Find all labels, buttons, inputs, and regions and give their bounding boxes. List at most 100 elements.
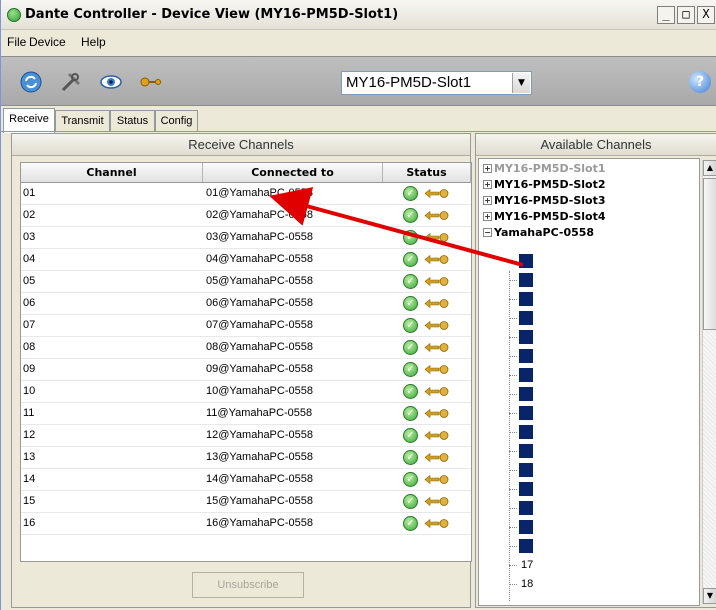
tree-channel-item[interactable]: 15 xyxy=(509,519,539,537)
subscription-link-icon xyxy=(424,408,449,419)
close-button[interactable]: X xyxy=(697,6,715,24)
tree-channel-item[interactable]: 08 xyxy=(509,386,539,404)
expand-icon[interactable]: + xyxy=(483,180,492,189)
column-header-connected-to[interactable]: Connected to xyxy=(203,163,383,183)
subscription-link-icon xyxy=(424,386,449,397)
table-row[interactable]: 07 07@YamahaPC-0558 ✓ xyxy=(21,315,471,337)
chevron-down-icon[interactable]: ▼ xyxy=(512,73,530,93)
scroll-thumb[interactable] xyxy=(703,178,716,330)
tree-device-node[interactable]: − YamahaPC-0558 xyxy=(483,226,594,242)
status-ok-icon: ✓ xyxy=(403,384,418,399)
tree-channel-item[interactable]: 10 xyxy=(509,424,539,442)
toolbar: MY16-PM5D-Slot1 ▼ ? xyxy=(1,56,716,106)
unsubscribe-button[interactable]: Unsubscribe xyxy=(192,572,304,598)
tools-icon[interactable] xyxy=(59,70,83,94)
table-row[interactable]: 12 12@YamahaPC-0558 ✓ xyxy=(21,425,471,447)
tree-channel-item[interactable]: 06 xyxy=(509,348,539,366)
column-header-status[interactable]: Status xyxy=(383,163,471,183)
tree-device-node[interactable]: + MY16-PM5D-Slot1 xyxy=(483,162,606,178)
collapse-icon[interactable]: − xyxy=(483,228,492,237)
connected-to-cell: 12@YamahaPC-0558 xyxy=(206,429,313,441)
expand-icon[interactable]: + xyxy=(483,212,492,221)
tree-channel-item[interactable]: 17 xyxy=(509,557,539,575)
expand-icon[interactable]: + xyxy=(483,164,492,173)
status-ok-icon: ✓ xyxy=(403,450,418,465)
tree-branch-line xyxy=(509,546,517,547)
table-row[interactable]: 05 05@YamahaPC-0558 ✓ xyxy=(21,271,471,293)
tree-channel-item[interactable]: 14 xyxy=(509,500,539,518)
table-row[interactable]: 08 08@YamahaPC-0558 ✓ xyxy=(21,337,471,359)
tree-device-node[interactable]: + MY16-PM5D-Slot2 xyxy=(483,178,606,194)
tab-divider xyxy=(1,131,716,132)
tree-channel-item[interactable]: 12 xyxy=(509,462,539,480)
tree-channel-item[interactable]: 07 xyxy=(509,367,539,385)
table-row[interactable]: 15 15@YamahaPC-0558 ✓ xyxy=(21,491,471,513)
status-ok-icon: ✓ xyxy=(403,230,418,245)
table-row[interactable]: 02 02@YamahaPC-0558 ✓ xyxy=(21,205,471,227)
table-row[interactable]: 03 03@YamahaPC-0558 ✓ xyxy=(21,227,471,249)
channel-label: 12 xyxy=(519,463,534,477)
table-row[interactable]: 11 11@YamahaPC-0558 ✓ xyxy=(21,403,471,425)
receive-channels-table: Channel Connected to Status 01 01@YamahaP… xyxy=(20,162,472,562)
channel-cell: 10 xyxy=(23,385,36,397)
channel-cell: 01 xyxy=(23,187,36,199)
tab-status[interactable]: Status xyxy=(110,110,155,132)
tree-branch-line xyxy=(509,356,517,357)
tree-channel-item[interactable]: 18 xyxy=(509,576,539,594)
tree-channel-item[interactable]: 11 xyxy=(509,443,539,461)
subscription-link-icon xyxy=(424,210,449,221)
channel-label: 11 xyxy=(519,444,533,458)
scroll-up-button[interactable]: ▲ xyxy=(703,160,716,176)
table-row[interactable]: 16 16@YamahaPC-0558 ✓ xyxy=(21,513,471,535)
tree-branch-line xyxy=(509,413,517,414)
tree-channel-item[interactable]: 04 xyxy=(509,310,539,328)
table-row[interactable]: 10 10@YamahaPC-0558 ✓ xyxy=(21,381,471,403)
table-row[interactable]: 01 01@YamahaPC-0558 ✓ xyxy=(21,183,471,205)
channel-label: 08 xyxy=(519,387,534,401)
menu-file[interactable]: File xyxy=(7,35,26,49)
eye-icon[interactable] xyxy=(99,70,123,94)
tree-channel-item[interactable]: 01 xyxy=(509,253,539,271)
channel-label: 14 xyxy=(519,501,534,515)
status-ok-icon: ✓ xyxy=(403,318,418,333)
menu-help[interactable]: Help xyxy=(81,35,106,49)
refresh-icon[interactable] xyxy=(19,70,43,94)
menu-device[interactable]: Device xyxy=(29,35,66,49)
scroll-down-button[interactable]: ▼ xyxy=(703,588,716,604)
title-bar[interactable]: Dante Controller - Device View (MY16-PM5… xyxy=(1,0,716,30)
tree-scrollbar[interactable]: ▲ ▼ xyxy=(702,160,716,604)
tree-channel-item[interactable]: 16 xyxy=(509,538,539,556)
tree-channel-item[interactable]: 09 xyxy=(509,405,539,423)
device-select[interactable]: MY16-PM5D-Slot1 ▼ xyxy=(341,71,532,95)
tree-channel-item[interactable]: 05 xyxy=(509,329,539,347)
subscription-link-icon xyxy=(424,320,449,331)
table-row[interactable]: 09 09@YamahaPC-0558 ✓ xyxy=(21,359,471,381)
tree-branch-line xyxy=(509,489,517,490)
column-header-channel[interactable]: Channel xyxy=(21,163,203,183)
tab-transmit[interactable]: Transmit xyxy=(55,110,110,132)
channel-cell: 14 xyxy=(23,473,36,485)
tab-config[interactable]: Config xyxy=(155,110,198,132)
status-ok-icon: ✓ xyxy=(403,516,418,531)
channel-label: 04 xyxy=(519,311,534,325)
channel-cell: 05 xyxy=(23,275,36,287)
table-row[interactable]: 06 06@YamahaPC-0558 ✓ xyxy=(21,293,471,315)
connection-icon[interactable] xyxy=(139,70,163,94)
tree-device-node[interactable]: + MY16-PM5D-Slot3 xyxy=(483,194,606,210)
tree-channel-item[interactable]: 03 xyxy=(509,291,539,309)
channel-label: 07 xyxy=(519,368,534,382)
table-row[interactable]: 04 04@YamahaPC-0558 ✓ xyxy=(21,249,471,271)
channel-label: 17 xyxy=(521,559,534,571)
tree-channel-item[interactable]: 13 xyxy=(509,481,539,499)
table-row[interactable]: 13 13@YamahaPC-0558 ✓ xyxy=(21,447,471,469)
tree-branch-line xyxy=(509,508,517,509)
tree-branch-line xyxy=(509,470,517,471)
tree-device-node[interactable]: + MY16-PM5D-Slot4 xyxy=(483,210,606,226)
tree-channel-item[interactable]: 02 xyxy=(509,272,539,290)
tab-receive[interactable]: Receive xyxy=(3,108,55,133)
expand-icon[interactable]: + xyxy=(483,196,492,205)
help-icon[interactable]: ? xyxy=(689,71,711,93)
minimize-button[interactable]: _ xyxy=(657,6,675,24)
maximize-button[interactable]: □ xyxy=(677,6,695,24)
table-row[interactable]: 14 14@YamahaPC-0558 ✓ xyxy=(21,469,471,491)
